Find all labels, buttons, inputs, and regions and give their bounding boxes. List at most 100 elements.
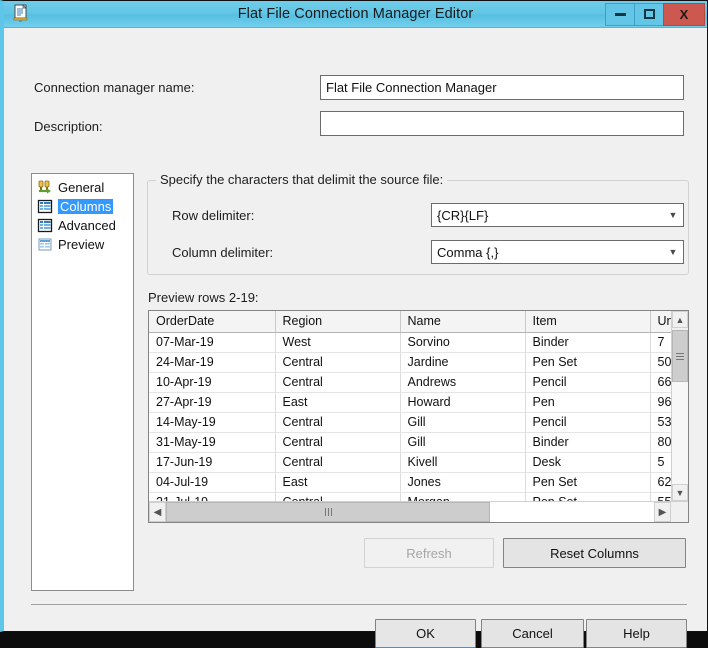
cell-item[interactable]: Binder (525, 332, 650, 352)
column-header-units[interactable]: Un (650, 311, 671, 332)
cell-orderdate[interactable]: 17-Jun-19 (149, 452, 275, 472)
table-row[interactable]: 14-May-19CentralGillPencil53 (149, 412, 671, 432)
connection-manager-name-label: Connection manager name: (34, 80, 194, 95)
column-header-name[interactable]: Name (400, 311, 525, 332)
scroll-thumb-grip (324, 503, 333, 521)
column-header-orderdate[interactable]: OrderDate (149, 311, 275, 332)
cell-item[interactable]: Binder (525, 432, 650, 452)
preview-grid-main: OrderDate Region Name Item Un 07-Mar-19W… (149, 311, 688, 501)
cell-item[interactable]: Pen Set (525, 352, 650, 372)
cell-orderdate[interactable]: 10-Apr-19 (149, 372, 275, 392)
cancel-button[interactable]: Cancel (481, 619, 584, 648)
sidebar-item-advanced[interactable]: Advanced (34, 216, 131, 235)
cell-region[interactable]: Central (275, 432, 400, 452)
cell-orderdate[interactable]: 14-May-19 (149, 412, 275, 432)
sidebar-item-preview[interactable]: Preview (34, 235, 131, 254)
cell-units[interactable]: 5 (650, 452, 671, 472)
sidebar-item-general[interactable]: General (34, 178, 131, 197)
cell-units[interactable]: 53 (650, 412, 671, 432)
horizontal-scroll-track[interactable] (490, 502, 654, 522)
minimize-button[interactable] (605, 3, 635, 26)
cell-region[interactable]: Central (275, 412, 400, 432)
cell-units[interactable]: 96 (650, 392, 671, 412)
title-bar[interactable]: Flat File Connection Manager Editor X (4, 1, 707, 28)
cell-item[interactable]: Pen (525, 392, 650, 412)
cell-name[interactable]: Jones (400, 472, 525, 492)
cell-item[interactable]: Pencil (525, 412, 650, 432)
ok-button[interactable]: OK (375, 619, 476, 648)
cell-region[interactable]: Central (275, 352, 400, 372)
table-row[interactable]: 10-Apr-19CentralAndrewsPencil66 (149, 372, 671, 392)
column-delimiter-value: Comma {,} (437, 245, 663, 260)
cell-name[interactable]: Morgan (400, 492, 525, 501)
cell-region[interactable]: Central (275, 492, 400, 501)
cell-units[interactable]: 7 (650, 332, 671, 352)
cell-name[interactable]: Sorvino (400, 332, 525, 352)
table-row[interactable]: 21-Jul-19CentralMorganPen Set55 (149, 492, 671, 501)
page-navigation-list[interactable]: General Columns (31, 173, 134, 591)
reset-columns-button[interactable]: Reset Columns (503, 538, 686, 568)
refresh-button[interactable]: Refresh (364, 538, 494, 568)
cell-units[interactable]: 80 (650, 432, 671, 452)
description-input[interactable] (320, 111, 684, 136)
preview-grid[interactable]: OrderDate Region Name Item Un 07-Mar-19W… (148, 310, 689, 523)
dialog-body: Connection manager name: Description: Ge (4, 28, 707, 631)
scroll-down-button[interactable]: ▼ (672, 484, 688, 501)
column-delimiter-combobox[interactable]: Comma {,} ▼ (431, 240, 684, 264)
horizontal-scroll-thumb[interactable] (166, 502, 490, 522)
cell-orderdate[interactable]: 31-May-19 (149, 432, 275, 452)
cell-region[interactable]: East (275, 392, 400, 412)
table-row[interactable]: 31-May-19CentralGillBinder80 (149, 432, 671, 452)
cell-item[interactable]: Pen Set (525, 492, 650, 501)
chevron-down-icon[interactable]: ▼ (663, 247, 683, 257)
cell-name[interactable]: Andrews (400, 372, 525, 392)
preview-rows-label: Preview rows 2-19: (148, 290, 259, 305)
cell-orderdate[interactable]: 21-Jul-19 (149, 492, 275, 501)
cell-orderdate[interactable]: 24-Mar-19 (149, 352, 275, 372)
cell-region[interactable]: West (275, 332, 400, 352)
cell-name[interactable]: Howard (400, 392, 525, 412)
cell-item[interactable]: Desk (525, 452, 650, 472)
preview-grid-viewport: OrderDate Region Name Item Un 07-Mar-19W… (149, 311, 671, 501)
horizontal-scrollbar[interactable]: ◀ ▶ (149, 501, 688, 522)
scroll-up-button[interactable]: ▲ (672, 311, 688, 328)
table-row[interactable]: 24-Mar-19CentralJardinePen Set50 (149, 352, 671, 372)
cell-name[interactable]: Gill (400, 412, 525, 432)
vertical-scroll-track[interactable] (672, 382, 688, 484)
cell-orderdate[interactable]: 27-Apr-19 (149, 392, 275, 412)
chevron-down-icon[interactable]: ▼ (663, 210, 683, 220)
table-row[interactable]: 27-Apr-19EastHowardPen96 (149, 392, 671, 412)
maximize-button[interactable] (634, 3, 664, 26)
vertical-scroll-thumb[interactable] (672, 330, 688, 382)
help-button[interactable]: Help (586, 619, 687, 648)
row-delimiter-combobox[interactable]: {CR}{LF} ▼ (431, 203, 684, 227)
table-row[interactable]: 04-Jul-19EastJonesPen Set62 (149, 472, 671, 492)
cell-item[interactable]: Pen Set (525, 472, 650, 492)
scroll-right-button[interactable]: ▶ (654, 502, 671, 522)
column-header-item[interactable]: Item (525, 311, 650, 332)
columns-grid-icon (37, 199, 53, 214)
cell-units[interactable]: 66 (650, 372, 671, 392)
vertical-scrollbar[interactable]: ▲ ▼ (671, 311, 688, 501)
connection-manager-name-input[interactable] (320, 75, 684, 100)
cell-region[interactable]: Central (275, 372, 400, 392)
cell-region[interactable]: Central (275, 452, 400, 472)
cell-name[interactable]: Gill (400, 432, 525, 452)
cell-orderdate[interactable]: 04-Jul-19 (149, 472, 275, 492)
scroll-left-button[interactable]: ◀ (149, 502, 166, 522)
cell-item[interactable]: Pencil (525, 372, 650, 392)
cell-name[interactable]: Jardine (400, 352, 525, 372)
table-row[interactable]: 17-Jun-19CentralKivellDesk5 (149, 452, 671, 472)
connection-icon (37, 180, 53, 195)
table-row[interactable]: 07-Mar-19WestSorvinoBinder7 (149, 332, 671, 352)
cell-units[interactable]: 62 (650, 472, 671, 492)
cell-orderdate[interactable]: 07-Mar-19 (149, 332, 275, 352)
cell-units[interactable]: 55 (650, 492, 671, 501)
column-header-region[interactable]: Region (275, 311, 400, 332)
cell-units[interactable]: 50 (650, 352, 671, 372)
close-button[interactable]: X (663, 3, 705, 26)
scrollbar-corner (671, 502, 688, 522)
cell-name[interactable]: Kivell (400, 452, 525, 472)
sidebar-item-columns[interactable]: Columns (34, 197, 131, 216)
cell-region[interactable]: East (275, 472, 400, 492)
